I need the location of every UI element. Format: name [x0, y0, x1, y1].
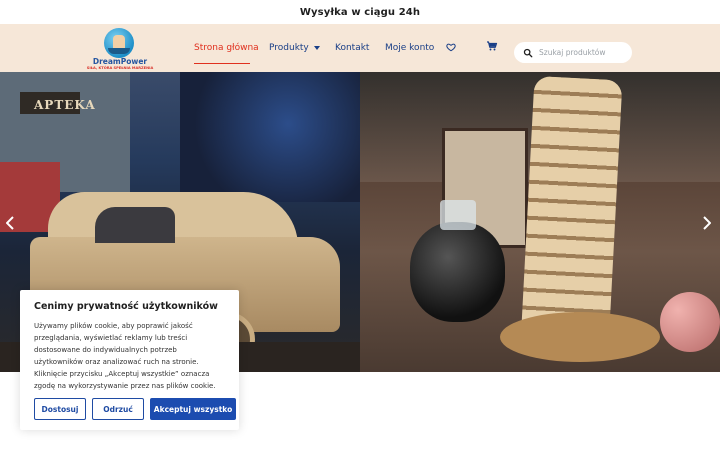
heart-icon[interactable]: [446, 42, 456, 52]
nav-account-label: Moje konto: [385, 43, 435, 53]
nav-home-active-underline: [194, 63, 250, 64]
logo-emblem: [104, 28, 134, 58]
nav-home[interactable]: Strona główna: [194, 24, 259, 72]
search-box: [514, 42, 632, 63]
site-header: DreamPower SIŁA, KTÓRA SPEŁNIA MARZENIA …: [0, 24, 720, 72]
perfume-cap: [440, 200, 476, 230]
logo-name: DreamPower: [92, 57, 148, 66]
site-logo[interactable]: DreamPower SIŁA, KTÓRA SPEŁNIA MARZENIA: [86, 26, 154, 70]
shipping-banner-text: Wysyłka w ciągu 24h: [299, 6, 421, 18]
cookie-consent-dialog: Cenimy prywatność użytkowników Używamy p…: [20, 290, 239, 430]
nav-contact[interactable]: Kontakt: [335, 24, 369, 72]
nav-products-label: Produkty: [269, 43, 309, 53]
search-icon[interactable]: [523, 48, 533, 58]
chevron-down-icon: [313, 46, 320, 50]
cart-icon[interactable]: [486, 40, 498, 52]
logo-city-graphic: [108, 48, 130, 54]
perfume-bottle: [410, 222, 505, 322]
cookie-accept-all-button[interactable]: Akceptuj wszystko: [150, 398, 236, 420]
wooden-tower: [521, 75, 623, 331]
chevron-right-icon[interactable]: [703, 216, 712, 233]
shop-sign-text: APTEKA: [34, 98, 96, 112]
cookie-title: Cenimy prywatność użytkowników: [34, 301, 218, 312]
nav-account[interactable]: Moje konto: [385, 24, 434, 72]
chevron-left-icon[interactable]: [5, 216, 14, 233]
wooden-car-window: [95, 207, 175, 243]
logo-tagline: SIŁA, KTÓRA SPEŁNIA MARZENIA: [86, 66, 154, 70]
nav-contact-label: Kontakt: [335, 43, 370, 53]
search-input[interactable]: [539, 48, 629, 57]
nav-products[interactable]: Produkty: [269, 24, 320, 72]
cookie-buttons: Dostosuj Odrzuć Akceptuj wszystko: [34, 398, 236, 420]
cookie-reject-button[interactable]: Odrzuć: [92, 398, 144, 420]
bead-bracelet: [660, 292, 720, 352]
hero-slide-tower-model: [360, 72, 720, 372]
shipping-banner: Wysyłka w ciągu 24h: [0, 0, 720, 24]
cookie-description: Używamy plików cookie, aby poprawić jako…: [34, 322, 216, 390]
nav-home-label: Strona główna: [194, 43, 259, 53]
night-backdrop: [180, 72, 360, 202]
cookie-customize-button[interactable]: Dostosuj: [34, 398, 86, 420]
tower-base: [500, 312, 660, 362]
